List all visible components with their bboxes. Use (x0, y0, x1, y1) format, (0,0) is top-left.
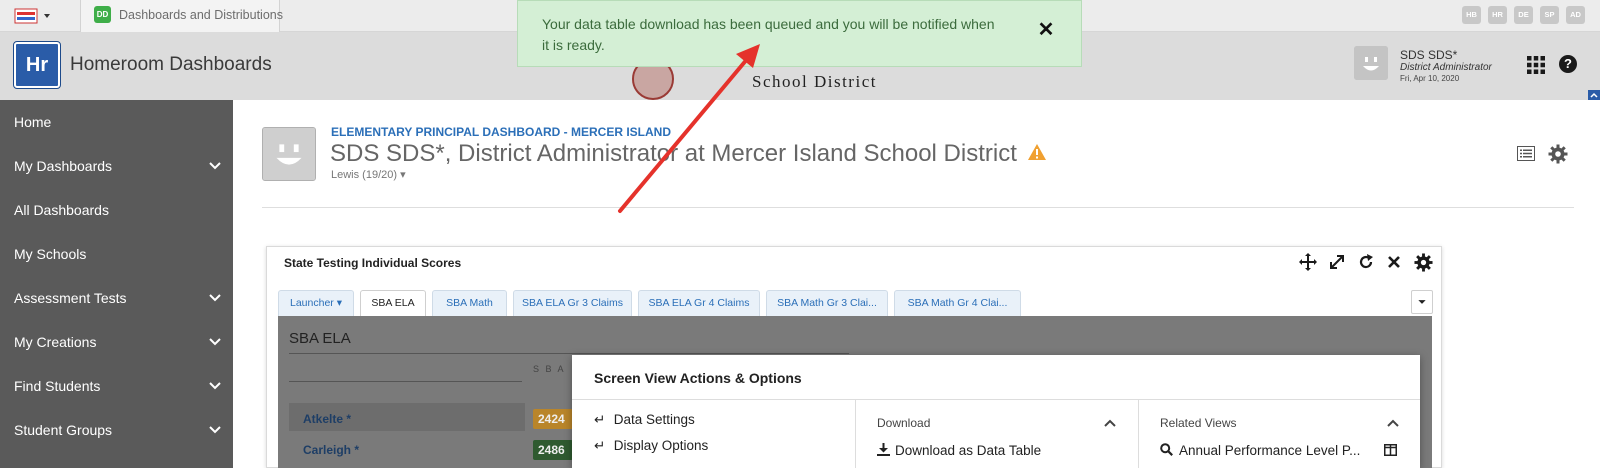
sidebar-item-my-dashboards[interactable]: My Dashboards (0, 144, 233, 188)
tab-sba-ela[interactable]: SBA ELA (360, 290, 426, 316)
extension-sp[interactable]: SP (1540, 6, 1559, 24)
dashboard-kicker-link[interactable]: ELEMENTARY PRINCIPAL DASHBOARD - MERCER … (331, 125, 671, 139)
screen-view-actions-modal: Screen View Actions & Options ↵ Data Set… (572, 355, 1420, 468)
page-title: SDS SDS*, District Administrator at Merc… (330, 140, 1017, 167)
download-queued-toast: Your data table download has been queued… (517, 0, 1082, 67)
chevron-down-icon (209, 426, 221, 434)
split-view-icon[interactable] (1384, 444, 1397, 456)
search-icon (1160, 443, 1173, 456)
column-divider (855, 399, 856, 468)
chevron-up-icon[interactable] (1104, 418, 1116, 428)
move-icon[interactable] (1299, 253, 1317, 271)
school-year-dropdown[interactable]: Lewis (19/20) ▾ (331, 168, 406, 181)
student-name-link[interactable]: Carleigh * (303, 443, 359, 457)
sidebar: Home My Dashboards All Dashboards My Sch… (0, 100, 233, 468)
help-icon[interactable]: ? (1559, 55, 1577, 73)
header-divider (262, 207, 1574, 208)
district-name: School District (752, 72, 877, 91)
enter-icon: ↵ (594, 412, 606, 427)
chevron-up-icon[interactable] (1387, 418, 1399, 428)
chevron-down-icon (209, 162, 221, 170)
tab-sba-ela-gr3-claims[interactable]: SBA ELA Gr 3 Claims (513, 290, 632, 316)
sidebar-item-all-dashboards[interactable]: All Dashboards (0, 188, 233, 232)
data-settings-action[interactable]: ↵ Data Settings (594, 412, 695, 428)
sidebar-item-label: Find Students (14, 378, 101, 394)
sidebar-item-label: Assessment Tests (14, 290, 127, 306)
sidebar-item-home[interactable]: Home (0, 100, 233, 144)
column-header-sba: S B A (533, 364, 566, 374)
sidebar-item-label: My Schools (14, 246, 87, 262)
display-options-action[interactable]: ↵ Display Options (594, 438, 708, 454)
user-name[interactable]: SDS SDS* (1400, 48, 1457, 62)
warning-icon[interactable] (1027, 143, 1047, 161)
close-icon[interactable] (1385, 253, 1403, 271)
score-badge: 2424 (533, 409, 573, 429)
score-badge: 2486 (533, 440, 573, 460)
extension-hr[interactable]: HR (1488, 6, 1507, 24)
sidebar-item-label: My Creations (14, 334, 97, 350)
list-view-icon[interactable] (1517, 146, 1535, 161)
sidebar-item-label: Home (14, 114, 52, 130)
related-view-label: Annual Performance Level P... (1179, 443, 1361, 458)
profile-avatar (262, 127, 316, 181)
refresh-icon[interactable] (1357, 253, 1375, 271)
tabs-overflow-dropdown[interactable] (1411, 290, 1433, 314)
browser-tab[interactable]: DD Dashboards and Distributions (80, 0, 283, 32)
report-title-underline (289, 353, 849, 354)
download-link-label: Download as Data Table (895, 443, 1042, 458)
gear-icon[interactable] (1548, 144, 1568, 164)
homeroom-logo[interactable]: Hr (13, 41, 61, 89)
enter-icon: ↵ (594, 438, 606, 453)
user-date: Fri, Apr 10, 2020 (1400, 74, 1460, 83)
toast-message: Your data table download has been queued… (542, 16, 995, 53)
extension-hb[interactable]: HB (1462, 6, 1481, 24)
action-label: Data Settings (613, 412, 695, 427)
panel-gear-icon[interactable] (1414, 253, 1433, 272)
modal-divider (572, 399, 1420, 400)
browser-tab-title: Dashboards and Distributions (119, 8, 283, 22)
download-icon (877, 443, 890, 456)
sidebar-item-my-creations[interactable]: My Creations (0, 320, 233, 364)
download-as-data-table-link[interactable]: Download as Data Table (877, 443, 1041, 458)
action-label: Display Options (613, 438, 709, 453)
sidebar-item-label: My Dashboards (14, 158, 113, 174)
scroll-top-icon[interactable] (1588, 90, 1600, 100)
toast-close-button[interactable]: ✕ (1035, 19, 1057, 41)
panel-title: State Testing Individual Scores (284, 256, 462, 270)
tab-launcher[interactable]: Launcher ▾ (278, 290, 354, 316)
student-filter-input[interactable] (289, 360, 522, 382)
sidebar-item-student-groups[interactable]: Student Groups (0, 408, 233, 452)
chevron-down-icon (209, 382, 221, 390)
related-views-heading[interactable]: Related Views (1160, 416, 1237, 430)
tab-sba-ela-gr4-claims[interactable]: SBA ELA Gr 4 Claims (638, 290, 760, 316)
sidebar-item-label: Student Groups (14, 422, 113, 438)
extension-ad[interactable]: AD (1566, 6, 1585, 24)
column-divider (1138, 399, 1139, 468)
user-avatar[interactable] (1354, 46, 1388, 80)
report-title: SBA ELA (289, 330, 351, 347)
tab-favicon: DD (94, 6, 111, 23)
modal-title: Screen View Actions & Options (594, 370, 802, 386)
app-logo-icon[interactable] (12, 5, 52, 27)
extension-de[interactable]: DE (1514, 6, 1533, 24)
user-role: District Administrator (1400, 62, 1492, 73)
chevron-down-icon (209, 338, 221, 346)
download-section-heading[interactable]: Download (877, 416, 930, 430)
tab-sba-math-gr4-claims[interactable]: SBA Math Gr 4 Clai... (894, 290, 1021, 316)
sidebar-item-assessment-tests[interactable]: Assessment Tests (0, 276, 233, 320)
sidebar-item-label: All Dashboards (14, 202, 109, 218)
related-view-link[interactable]: Annual Performance Level P... (1160, 443, 1360, 458)
tab-sba-math-gr3-claims[interactable]: SBA Math Gr 3 Clai... (766, 290, 888, 316)
expand-icon[interactable] (1328, 253, 1346, 271)
sidebar-item-my-schools[interactable]: My Schools (0, 232, 233, 276)
sidebar-item-find-students[interactable]: Find Students (0, 364, 233, 408)
report-tabs: Launcher ▾ SBA ELA SBA Math SBA ELA Gr 3… (278, 290, 1432, 316)
student-name-link[interactable]: Atkelte * (303, 412, 351, 426)
apps-grid-icon[interactable] (1527, 56, 1545, 74)
chevron-down-icon (209, 294, 221, 302)
app-title[interactable]: Homeroom Dashboards (70, 54, 272, 76)
tab-sba-math[interactable]: SBA Math (432, 290, 507, 316)
